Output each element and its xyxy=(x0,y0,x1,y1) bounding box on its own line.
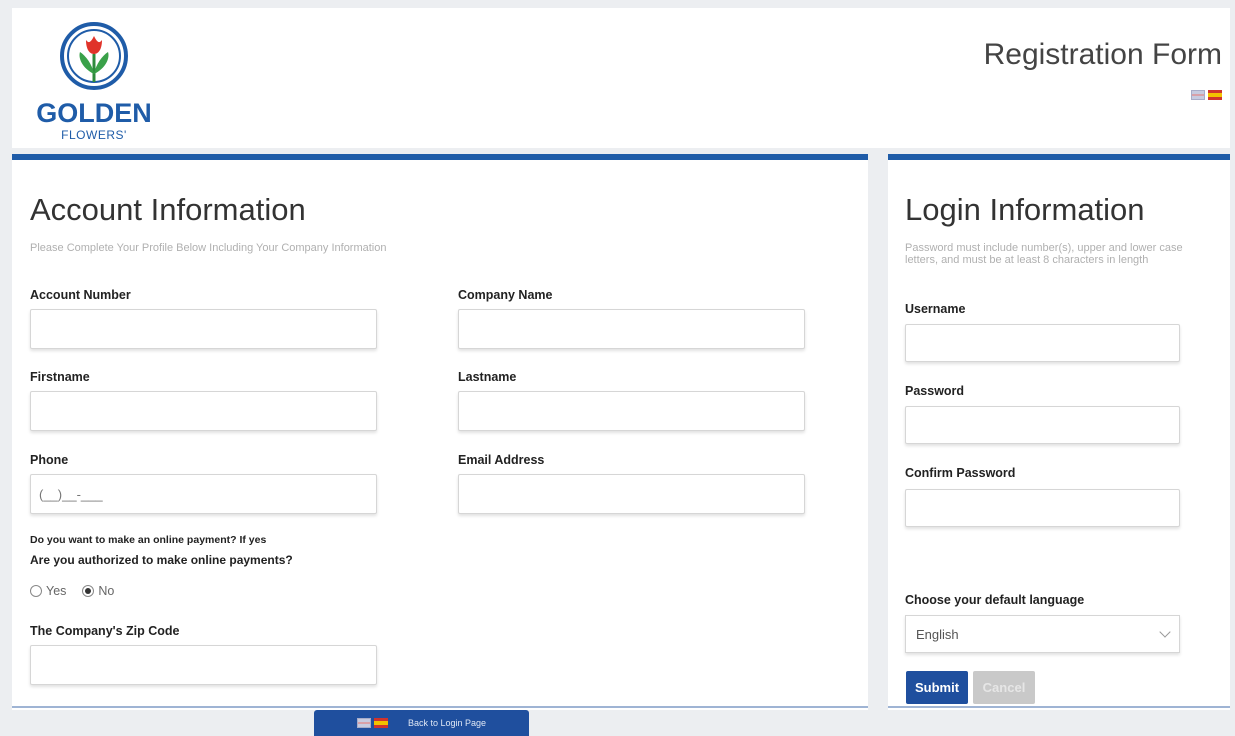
lastname-input[interactable] xyxy=(458,391,805,431)
uk-flag-icon[interactable] xyxy=(1191,90,1205,100)
account-number-input[interactable] xyxy=(30,309,377,349)
spain-flag-icon[interactable] xyxy=(1208,90,1222,100)
flower-logo-icon xyxy=(60,22,128,90)
radio-no-label[interactable]: No xyxy=(98,584,114,598)
language-select[interactable]: English xyxy=(905,615,1180,653)
header: GOLDEN FLOWERS' Registration Form xyxy=(12,8,1230,148)
page-title: Registration Form xyxy=(983,38,1222,71)
zip-code-label: The Company's Zip Code xyxy=(30,624,180,638)
email-label: Email Address xyxy=(458,453,545,467)
panel-divider xyxy=(888,706,1230,708)
lastname-label: Lastname xyxy=(458,370,517,384)
confirm-password-label: Confirm Password xyxy=(905,466,1016,480)
zip-code-input[interactable] xyxy=(30,645,377,685)
phone-input[interactable] xyxy=(30,474,377,514)
account-section-title: Account Information xyxy=(30,192,306,227)
chevron-down-icon xyxy=(1159,626,1171,638)
username-input[interactable] xyxy=(905,324,1180,362)
phone-label: Phone xyxy=(30,453,69,467)
payment-question-line2: Are you authorized to make online paymen… xyxy=(30,553,293,567)
uk-flag-icon[interactable] xyxy=(356,718,371,728)
language-label: Choose your default language xyxy=(905,593,1085,607)
password-requirements-text: Password must include number(s), upper a… xyxy=(905,242,1183,266)
account-number-label: Account Number xyxy=(30,288,131,302)
password-input[interactable] xyxy=(905,406,1180,444)
spain-flag-icon[interactable] xyxy=(373,718,388,728)
footer-language-flags xyxy=(356,718,388,728)
logo-subtitle: FLOWERS' xyxy=(61,128,127,142)
login-section-title: Login Information xyxy=(905,192,1145,227)
confirm-password-input[interactable] xyxy=(905,489,1180,527)
golden-flowers-logo: GOLDEN FLOWERS' xyxy=(24,22,164,142)
cancel-button[interactable]: Cancel xyxy=(973,671,1035,704)
payment-question-line1: Do you want to make an online payment? I… xyxy=(30,534,267,546)
password-label: Password xyxy=(905,384,965,398)
radio-no[interactable] xyxy=(82,585,95,597)
firstname-input[interactable] xyxy=(30,391,377,431)
radio-yes[interactable] xyxy=(30,585,42,597)
account-section-subtitle: Please Complete Your Profile Below Inclu… xyxy=(30,242,387,254)
email-input[interactable] xyxy=(458,474,805,514)
username-label: Username xyxy=(905,302,966,316)
footer-tab: Back to Login Page xyxy=(314,710,529,736)
company-name-input[interactable] xyxy=(458,309,805,349)
panel-divider xyxy=(12,706,868,708)
submit-button[interactable]: Submit xyxy=(906,671,968,704)
radio-yes-label[interactable]: Yes xyxy=(46,584,66,598)
language-select-value: English xyxy=(916,626,959,642)
back-to-login-link[interactable]: Back to Login Page xyxy=(408,718,486,728)
company-name-label: Company Name xyxy=(458,288,553,302)
logo-wordmark: GOLDEN xyxy=(36,98,152,128)
language-flags xyxy=(1191,90,1222,100)
firstname-label: Firstname xyxy=(30,370,90,384)
payment-authorization-radio-group: Yes No xyxy=(30,584,130,598)
